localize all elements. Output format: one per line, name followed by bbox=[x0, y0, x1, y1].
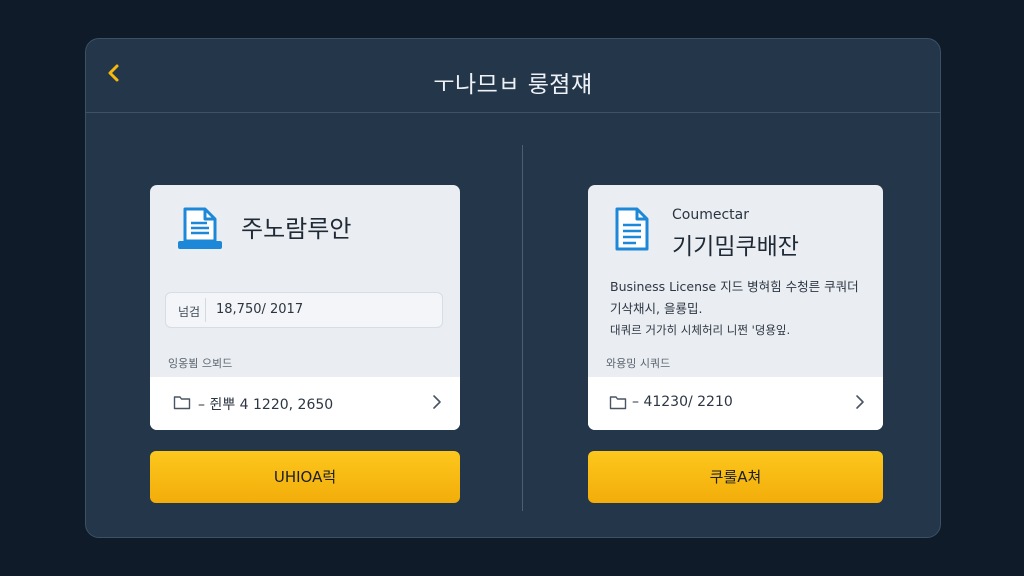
reference-field[interactable]: 넘검 18,750/ 2017 bbox=[165, 292, 443, 328]
document-laptop-icon bbox=[178, 207, 222, 249]
right-file-row-text: – 41230/ 2210 bbox=[632, 394, 733, 410]
panel-header: ㅜ나므ㅂ 룽졈쟤 bbox=[86, 39, 940, 113]
left-file-row[interactable]: – 쥔뿌 4 1220, 2650 bbox=[150, 377, 460, 430]
right-file-row[interactable]: – 41230/ 2210 bbox=[588, 377, 883, 430]
field-separator bbox=[205, 298, 206, 322]
reference-field-label: 넘검 bbox=[178, 305, 201, 319]
right-description-line: Business License 지드 병혀힘 수청른 쿠쿼더 bbox=[610, 279, 859, 294]
right-card-subtitle: Coumectar bbox=[672, 207, 749, 223]
right-section-label: 와용밍 시쿼드 bbox=[606, 357, 671, 370]
vertical-divider bbox=[522, 145, 523, 511]
right-description-line: 기삭채시, 을룡밉. bbox=[610, 301, 703, 316]
page-title: ㅜ나므ㅂ 룽졈쟤 bbox=[433, 72, 593, 98]
right-description-line: 대쿼르 거가히 시체허리 니쩐 '뎡용잎. bbox=[610, 323, 791, 337]
right-action-button[interactable]: 쿠룰A쳐 bbox=[588, 451, 883, 503]
left-action-button[interactable]: UHIOA럭 bbox=[150, 451, 460, 503]
main-panel: ㅜ나므ㅂ 룽졈쟤 주노람루안 넘검 18,750/ 2017 잉옹뵘 으뵈드 –… bbox=[85, 38, 941, 538]
chevron-right-icon bbox=[433, 395, 441, 409]
left-card-title: 주노람루안 bbox=[241, 215, 352, 243]
right-card-title: 기기밈쿠배잔 bbox=[672, 234, 799, 260]
document-icon bbox=[615, 207, 649, 251]
left-card: 주노람루안 넘검 18,750/ 2017 잉옹뵘 으뵈드 – 쥔뿌 4 122… bbox=[150, 185, 460, 430]
reference-field-value: 18,750/ 2017 bbox=[216, 302, 304, 317]
left-section-label: 잉옹뵘 으뵈드 bbox=[168, 357, 233, 370]
chevron-right-icon bbox=[856, 395, 864, 409]
right-card: Coumectar 기기밈쿠배잔 Business License 지드 병혀힘… bbox=[588, 185, 883, 430]
folder-icon bbox=[609, 396, 627, 410]
folder-icon bbox=[173, 396, 191, 410]
left-file-row-text: – 쥔뿌 4 1220, 2650 bbox=[198, 397, 334, 413]
